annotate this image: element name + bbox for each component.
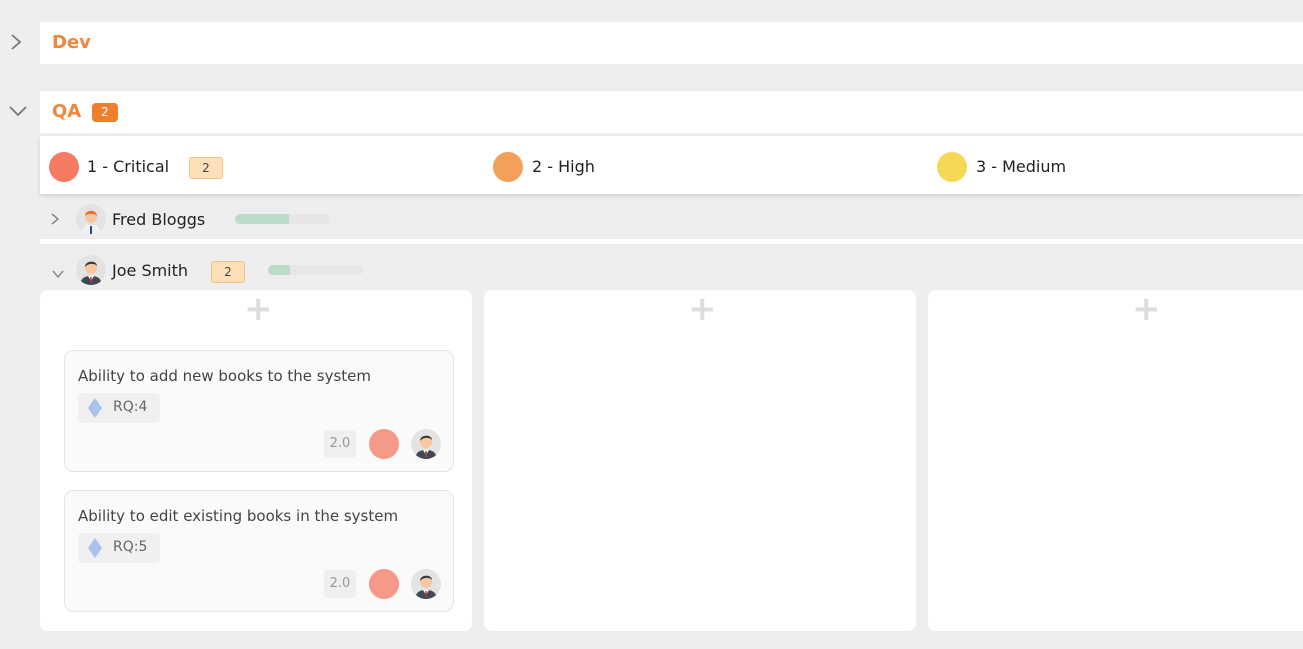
priority-high-dot xyxy=(493,152,523,182)
priority-medium-dot xyxy=(937,152,967,182)
plus-icon[interactable]: + xyxy=(688,292,717,326)
requirement-id: RQ:5 xyxy=(113,539,148,555)
task-card[interactable]: Ability to add new books to the system R… xyxy=(64,350,454,472)
task-card[interactable]: Ability to edit existing books in the sy… xyxy=(64,490,454,612)
requirement-id: RQ:4 xyxy=(113,399,148,415)
requirement-chip[interactable]: RQ:5 xyxy=(78,533,160,563)
chevron-right-icon[interactable] xyxy=(50,211,60,230)
estimate-chip: 2.0 xyxy=(324,430,356,458)
estimate-chip: 2.0 xyxy=(324,570,356,598)
card-title: Ability to add new books to the system xyxy=(78,367,371,385)
progress-fill-joe-smith xyxy=(268,265,290,275)
user-row-joe-smith[interactable]: Joe Smith 2 xyxy=(40,251,1303,289)
priority-dot xyxy=(369,569,399,599)
progress-bar-joe-smith xyxy=(268,265,363,275)
column-high: + xyxy=(484,290,916,631)
group-qa-count-badge: 2 xyxy=(92,103,118,122)
user-count-badge-joe-smith: 2 xyxy=(211,261,245,283)
priority-critical-dot xyxy=(49,152,79,182)
owner-avatar[interactable] xyxy=(411,429,441,459)
user-name-joe-smith: Joe Smith xyxy=(112,261,189,280)
requirement-diamond-icon xyxy=(88,538,102,558)
user-row-fred-bloggs[interactable]: Fred Bloggs xyxy=(40,200,1303,238)
group-qa-title: QA xyxy=(52,101,82,122)
priority-header-row: 1 - Critical 2 2 - High 3 - Medium xyxy=(40,136,1303,194)
progress-bar-fred-bloggs xyxy=(235,214,330,224)
chevron-down-icon[interactable] xyxy=(8,101,28,121)
priority-medium-label: 3 - Medium xyxy=(976,157,1067,176)
plus-icon[interactable]: + xyxy=(244,292,273,326)
priority-dot xyxy=(369,429,399,459)
plus-icon[interactable]: + xyxy=(1132,292,1161,326)
progress-fill-fred-bloggs xyxy=(235,214,290,224)
priority-high-label: 2 - High xyxy=(532,157,595,176)
avatar-joe-smith xyxy=(76,255,106,285)
owner-avatar[interactable] xyxy=(411,569,441,599)
card-title: Ability to edit existing books in the sy… xyxy=(78,507,399,525)
user-name-fred-bloggs: Fred Bloggs xyxy=(112,210,206,229)
requirement-diamond-icon xyxy=(88,398,102,418)
avatar-fred-bloggs xyxy=(76,204,106,234)
group-qa-header[interactable]: QA 2 xyxy=(40,91,1303,133)
column-medium: + xyxy=(928,290,1303,631)
chevron-down-icon[interactable] xyxy=(51,264,65,283)
priority-critical-label: 1 - Critical xyxy=(87,157,170,176)
priority-critical-count-badge: 2 xyxy=(189,157,223,179)
group-dev-header[interactable]: Dev xyxy=(40,22,1303,64)
requirement-chip[interactable]: RQ:4 xyxy=(78,393,160,423)
chevron-right-icon[interactable] xyxy=(9,32,23,55)
divider xyxy=(40,239,1303,244)
group-dev-title: Dev xyxy=(52,32,91,53)
